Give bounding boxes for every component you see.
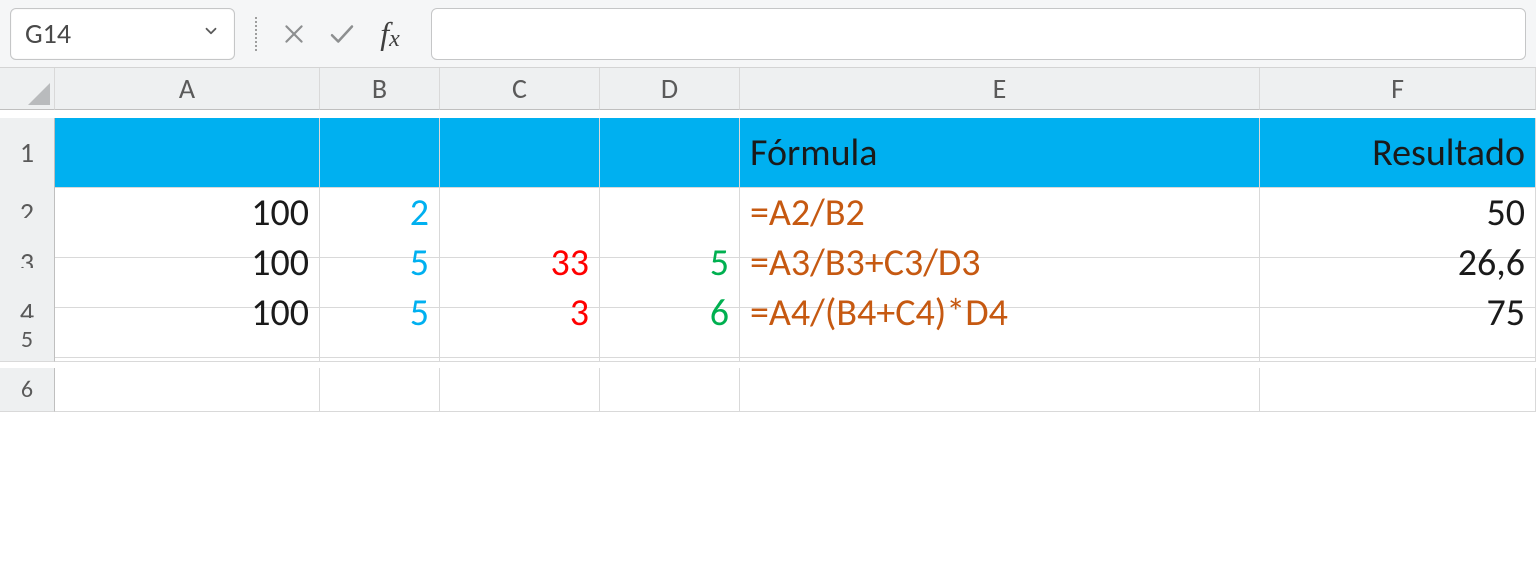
cell-A5[interactable] bbox=[55, 318, 320, 362]
cell-C5[interactable] bbox=[440, 318, 600, 362]
chevron-down-icon[interactable] bbox=[196, 22, 220, 46]
formula-input[interactable] bbox=[431, 8, 1526, 60]
cell-B6[interactable] bbox=[320, 368, 440, 412]
enter-icon[interactable] bbox=[319, 11, 365, 57]
col-header-A[interactable]: A bbox=[55, 68, 320, 110]
formula-bar: G14 fx bbox=[0, 0, 1536, 67]
row-header-5[interactable]: 5 bbox=[0, 318, 55, 362]
name-box[interactable]: G14 bbox=[10, 8, 235, 60]
cancel-icon[interactable] bbox=[271, 11, 317, 57]
name-box-value[interactable]: G14 bbox=[25, 16, 196, 51]
select-all-corner[interactable] bbox=[0, 68, 55, 110]
col-header-C[interactable]: C bbox=[440, 68, 600, 110]
cell-B5[interactable] bbox=[320, 318, 440, 362]
cell-E6[interactable] bbox=[740, 368, 1260, 412]
cell-C6[interactable] bbox=[440, 368, 600, 412]
cell-D5[interactable] bbox=[600, 318, 740, 362]
separator bbox=[255, 17, 257, 51]
cell-E5[interactable] bbox=[740, 318, 1260, 362]
row-header-6[interactable]: 6 bbox=[0, 368, 55, 412]
cell-D6[interactable] bbox=[600, 368, 740, 412]
col-header-F[interactable]: F bbox=[1260, 68, 1536, 110]
spreadsheet-grid[interactable]: A B C D E F 1 Fórmula Resultado 2 100 2 … bbox=[0, 67, 1536, 418]
col-header-B[interactable]: B bbox=[320, 68, 440, 110]
fx-icon[interactable]: fx bbox=[367, 11, 413, 57]
col-header-E[interactable]: E bbox=[740, 68, 1260, 110]
formula-controls: fx bbox=[243, 8, 419, 60]
col-header-D[interactable]: D bbox=[600, 68, 740, 110]
cell-F5[interactable] bbox=[1260, 318, 1536, 362]
cell-A6[interactable] bbox=[55, 368, 320, 412]
cell-F6[interactable] bbox=[1260, 368, 1536, 412]
